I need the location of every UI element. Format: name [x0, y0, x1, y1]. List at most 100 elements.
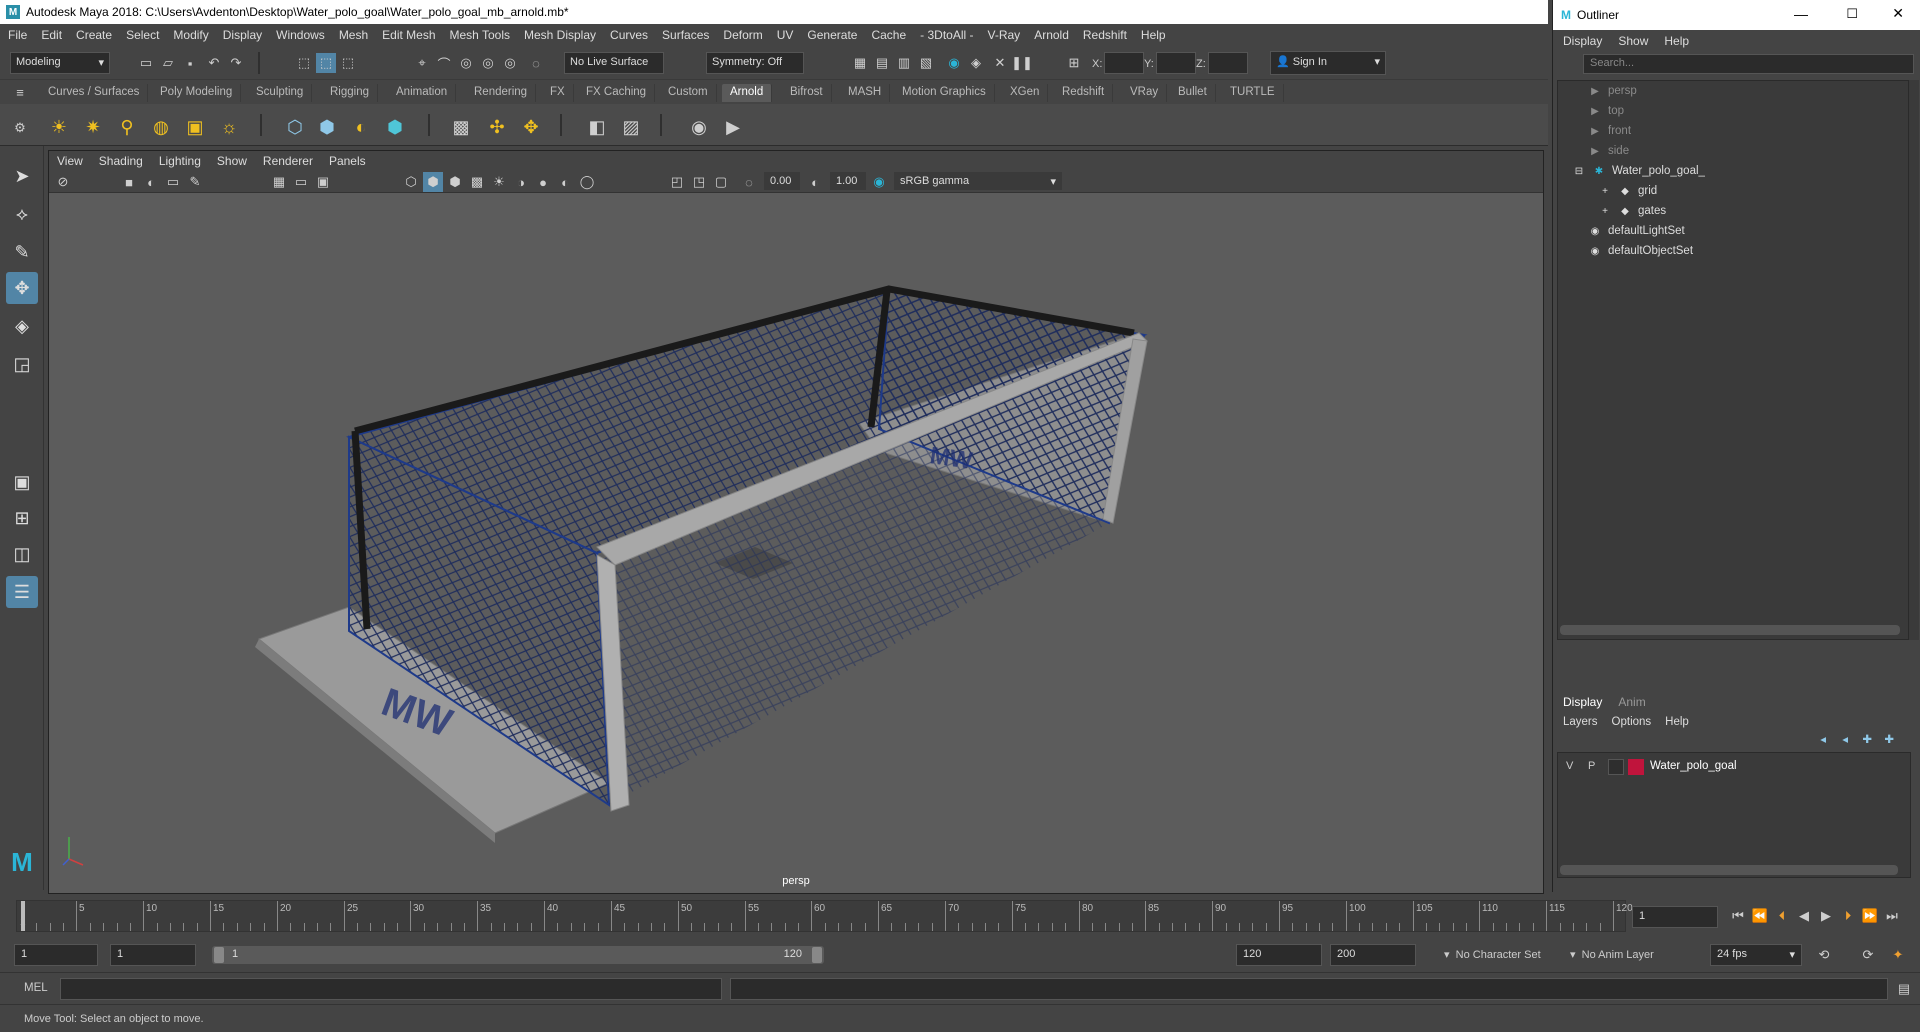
step-forward-key-icon[interactable]: ⏩ — [1860, 906, 1880, 926]
select-camera-icon[interactable]: ⊘ — [53, 172, 73, 192]
area-light-icon[interactable]: ☀ — [46, 114, 72, 140]
shelf-tab-rendering[interactable]: Rendering — [466, 84, 537, 102]
paint-select-icon[interactable]: ✎ — [6, 236, 38, 268]
render-play-icon[interactable]: ▶ — [718, 114, 748, 140]
physical-sky-icon[interactable]: ☼ — [216, 114, 242, 140]
panel-menu-panels[interactable]: Panels — [329, 154, 366, 168]
anim-layer-dropdown[interactable]: ▾ No Anim Layer — [1570, 948, 1654, 961]
shadows-icon[interactable]: ◑ — [511, 172, 531, 192]
shelf-tab-fx[interactable]: FX — [542, 84, 574, 102]
menu-edit[interactable]: Edit — [41, 28, 62, 42]
menu-generate[interactable]: Generate — [807, 28, 857, 42]
menu-edit-mesh[interactable]: Edit Mesh — [382, 28, 435, 42]
menu-display[interactable]: Display — [223, 28, 262, 42]
redo-icon[interactable]: ↷ — [226, 53, 246, 73]
isolate-select-icon[interactable]: ◰ — [667, 172, 687, 192]
tree-node-default-light-set[interactable]: ◉ defaultLightSet — [1588, 221, 1685, 241]
sign-in-button[interactable]: 👤 Sign In ▾ — [1270, 51, 1386, 75]
lasso-tool-icon[interactable]: ⟡ — [6, 198, 38, 230]
snap-grid-icon[interactable]: ⌖ — [412, 53, 432, 73]
layer-visibility-toggle[interactable]: V — [1566, 760, 1573, 772]
mode-dropdown[interactable]: Modeling ▾ — [10, 52, 110, 74]
shelf-tab-custom[interactable]: Custom — [660, 84, 717, 102]
transform-mode-icon[interactable]: ⊞ — [1064, 53, 1084, 73]
color-space-dropdown[interactable]: sRGB gamma ▾ — [893, 171, 1063, 191]
step-forward-frame-icon[interactable]: ⏵ — [1838, 906, 1858, 926]
single-view-icon[interactable]: ▣ — [6, 466, 38, 498]
exposure-field[interactable]: 0.00 — [763, 171, 801, 191]
create-standin-icon[interactable]: ⬢ — [314, 114, 340, 140]
arnold-render-icon[interactable]: ◉ — [944, 53, 964, 73]
pause-icon[interactable]: ❚❚ — [1011, 53, 1033, 73]
tree-node-gates[interactable]: + ◆ gates — [1598, 201, 1666, 221]
step-back-key-icon[interactable]: ⏪ — [1750, 906, 1770, 926]
light-portal-icon[interactable]: ▣ — [182, 114, 208, 140]
menu-surfaces[interactable]: Surfaces — [662, 28, 709, 42]
shelf-tab-motion-graphics[interactable]: Motion Graphics — [894, 84, 995, 102]
outliner-menu-help[interactable]: Help — [1664, 34, 1689, 48]
maximize-icon[interactable]: ☐ — [1846, 6, 1858, 22]
gamma-icon[interactable]: ◐ — [805, 172, 825, 192]
range-slider-left-handle[interactable] — [214, 947, 224, 963]
ipr-render-icon[interactable]: ▥ — [894, 53, 914, 73]
layer-tab-anim[interactable]: Anim — [1618, 695, 1645, 709]
arnold-lookdev-icon[interactable]: ◧ — [584, 114, 610, 140]
two-view-icon[interactable]: ◫ — [6, 538, 38, 570]
menu-vray[interactable]: V-Ray — [988, 28, 1021, 42]
render-view-eye-icon[interactable]: ◉ — [684, 114, 714, 140]
animation-end-field[interactable]: 200 — [1330, 944, 1416, 966]
current-time-indicator[interactable] — [21, 901, 25, 931]
shelf-tab-redshift[interactable]: Redshift — [1054, 84, 1114, 102]
preferences-icon[interactable]: ✦ — [1888, 945, 1908, 965]
film-gate-icon[interactable]: ▭ — [291, 172, 311, 192]
outliner-tree[interactable]: ▶ persp ▶ top ▶ front ▶ side ⊟ ✱ Water_polo_go… — [1557, 80, 1909, 640]
image-plane-icon[interactable]: ▭ — [163, 172, 183, 192]
menu-uv[interactable]: UV — [777, 28, 794, 42]
rotate-tool-icon[interactable]: ◈ — [6, 310, 38, 342]
menu-mesh-tools[interactable]: Mesh Tools — [450, 28, 510, 42]
layer-row[interactable]: V P Water_polo_goal — [1558, 757, 1910, 777]
texture-manager-icon[interactable]: ▩ — [448, 114, 474, 140]
menu-help[interactable]: Help — [1141, 28, 1166, 42]
menu-curves[interactable]: Curves — [610, 28, 648, 42]
grease-pencil-icon[interactable]: ✎ — [185, 172, 205, 192]
layer-color-swatch[interactable] — [1628, 759, 1644, 775]
range-slider-right-handle[interactable] — [812, 947, 822, 963]
shelf-tab-bullet[interactable]: Bullet — [1170, 84, 1216, 102]
scale-tool-icon[interactable]: ◲ — [6, 348, 38, 380]
panel-menu-show[interactable]: Show — [217, 154, 247, 168]
select-object-icon[interactable]: ⬚ — [316, 53, 336, 73]
layer-menu-help[interactable]: Help — [1665, 716, 1689, 728]
select-tool-icon[interactable]: ➤ — [6, 160, 38, 192]
gamma-field[interactable]: 1.00 — [829, 171, 867, 191]
animation-start-field[interactable]: 1 — [14, 944, 98, 966]
mel-input[interactable] — [60, 978, 722, 1000]
viewport-3d[interactable]: MW MW persp — [49, 193, 1543, 893]
exposure-icon[interactable]: ◌ — [739, 172, 759, 192]
menu-redshift[interactable]: Redshift — [1083, 28, 1127, 42]
time-ruler[interactable]: 5 10 15 20 25 30 35 40 45 50 55 60 65 70 75 80 85 90 95 100… — [16, 900, 1633, 932]
shelf-tab-mash[interactable]: MASH — [840, 84, 891, 102]
select-hierarchy-icon[interactable]: ⬚ — [294, 53, 314, 73]
panel-menu-renderer[interactable]: Renderer — [263, 154, 313, 168]
panel-menu-lighting[interactable]: Lighting — [159, 154, 201, 168]
shelf-tab-animation[interactable]: Animation — [388, 84, 457, 102]
outliner-layout-icon[interactable]: ☰ — [6, 576, 38, 608]
layer-name[interactable]: Water_polo_goal — [1650, 760, 1737, 772]
shelf-menu-icon[interactable]: ≡ — [10, 82, 30, 102]
shelf-tab-vray[interactable]: VRay — [1122, 84, 1168, 102]
render-view-icon[interactable]: ▦ — [850, 53, 870, 73]
export-standin-icon[interactable]: ⬢ — [382, 114, 408, 140]
shelf-options-icon[interactable]: ⚙ — [10, 118, 30, 138]
close-icon[interactable]: ✕ — [1892, 5, 1904, 22]
go-to-end-icon[interactable]: ⏭ — [1882, 906, 1902, 926]
resolution-gate-icon[interactable]: ▣ — [313, 172, 333, 192]
menu-deform[interactable]: Deform — [723, 28, 762, 42]
fps-dropdown[interactable]: 24 fps ▾ — [1710, 944, 1802, 966]
x-field[interactable] — [1104, 52, 1144, 74]
symmetry-dropdown[interactable]: Symmetry: Off — [706, 52, 804, 74]
play-backwards-icon[interactable]: ◀ — [1794, 906, 1814, 926]
playback-start-field[interactable]: 1 — [110, 944, 196, 966]
layer-menu-options[interactable]: Options — [1612, 716, 1652, 728]
wireframe-icon[interactable]: ⬡ — [401, 172, 421, 192]
